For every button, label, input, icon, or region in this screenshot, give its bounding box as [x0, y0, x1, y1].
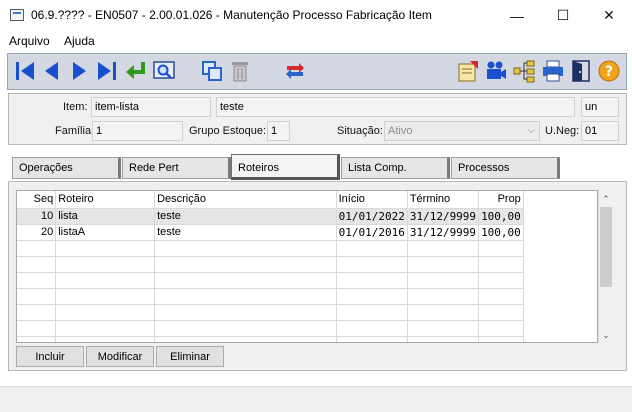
- cell-inicio: 01/01/2022: [336, 208, 408, 225]
- empty-row: [17, 256, 597, 273]
- window-title: 06.9.???? - EN0507 - 2.00.01.026 - Manut…: [31, 8, 432, 22]
- situacao-select[interactable]: Ativo ⌵: [384, 121, 540, 141]
- unit-field[interactable]: un: [581, 97, 619, 117]
- cell-descricao: teste: [154, 224, 337, 241]
- swap-icon[interactable]: [282, 58, 308, 84]
- tab-rede-pert[interactable]: Rede Pert: [122, 157, 231, 179]
- familia-field[interactable]: 1: [92, 121, 183, 141]
- grupo-estoque-label: Grupo Estoque:: [189, 125, 267, 137]
- tab-processos[interactable]: Processos: [451, 157, 560, 179]
- col-header-inicio[interactable]: Início: [336, 191, 408, 209]
- maximize-button[interactable]: ☐: [540, 0, 586, 31]
- scrollbar-thumb[interactable]: [600, 207, 612, 287]
- minimize-button[interactable]: —: [494, 0, 540, 31]
- col-header-roteiro[interactable]: Roteiro: [55, 191, 156, 209]
- cell-prop: 100,00: [478, 208, 524, 225]
- copy-icon[interactable]: [199, 58, 225, 84]
- camera-icon[interactable]: [483, 58, 509, 84]
- uneg-label: U.Neg:: [545, 125, 580, 137]
- cell-roteiro: listaA: [55, 224, 156, 241]
- empty-row: [17, 336, 597, 342]
- tab-roteiros[interactable]: Roteiros: [231, 154, 340, 180]
- menu-ajuda[interactable]: Ajuda: [64, 34, 95, 48]
- familia-label: Família:: [55, 125, 95, 137]
- empty-row: [17, 320, 597, 337]
- last-record-icon[interactable]: [94, 58, 120, 84]
- situacao-value: Ativo: [388, 125, 413, 137]
- table-row[interactable]: 10 lista teste 01/01/2022 31/12/9999 100…: [17, 208, 597, 225]
- delete-icon[interactable]: [227, 58, 253, 84]
- menu-arquivo[interactable]: Arquivo: [9, 34, 50, 48]
- report-icon[interactable]: [455, 58, 481, 84]
- grid-header-filler: [523, 191, 597, 208]
- item-description-field[interactable]: teste: [216, 97, 575, 117]
- item-label: Item:: [63, 101, 88, 113]
- empty-row: [17, 240, 597, 257]
- chevron-down-icon: ⌵: [527, 125, 535, 136]
- tab-lista-comp[interactable]: Lista Comp.: [341, 157, 450, 179]
- col-header-prop[interactable]: Prop: [478, 191, 524, 209]
- close-button[interactable]: ✕: [586, 0, 632, 31]
- status-bar: [0, 386, 632, 412]
- roteiros-grid[interactable]: Seq Roteiro Descrição Início Término Pro…: [16, 190, 598, 343]
- grid-filler: [523, 208, 597, 224]
- cell-prop: 100,00: [478, 224, 524, 241]
- search-icon[interactable]: [151, 58, 177, 84]
- tree-icon[interactable]: [511, 58, 537, 84]
- incluir-button[interactable]: Incluir: [16, 346, 84, 367]
- situacao-label: Situação:: [337, 125, 383, 137]
- exit-door-icon[interactable]: [568, 58, 594, 84]
- scroll-up-icon[interactable]: ⌃: [598, 191, 614, 207]
- cell-roteiro: lista: [55, 208, 156, 225]
- item-code-field[interactable]: item-lista: [91, 97, 211, 117]
- cell-seq: 20: [17, 224, 57, 241]
- empty-row: [17, 272, 597, 289]
- goto-icon[interactable]: [123, 58, 149, 84]
- uneg-field[interactable]: 01: [581, 121, 619, 141]
- grid-filler: [523, 224, 597, 240]
- cell-inicio: 01/01/2016: [336, 224, 408, 241]
- print-icon[interactable]: [540, 58, 566, 84]
- cell-seq: 10: [17, 208, 57, 225]
- previous-record-icon[interactable]: [39, 58, 65, 84]
- grid-header-row: Seq Roteiro Descrição Início Término Pro…: [17, 191, 597, 209]
- col-header-seq[interactable]: Seq: [17, 191, 57, 209]
- table-row[interactable]: 20 listaA teste 01/01/2016 31/12/9999 10…: [17, 224, 597, 241]
- eliminar-button[interactable]: Eliminar: [156, 346, 224, 367]
- cell-descricao: teste: [154, 208, 337, 225]
- app-icon: [10, 9, 24, 21]
- svg-text:?: ?: [605, 64, 613, 80]
- first-record-icon[interactable]: [12, 58, 38, 84]
- empty-row: [17, 304, 597, 321]
- tab-operacoes[interactable]: Operações: [12, 157, 121, 179]
- col-header-termino[interactable]: Término: [407, 191, 480, 209]
- cell-termino: 31/12/9999: [407, 208, 480, 225]
- help-icon[interactable]: ?: [596, 58, 622, 84]
- next-record-icon[interactable]: [66, 58, 92, 84]
- scroll-down-icon[interactable]: ⌄: [598, 327, 614, 343]
- modificar-button[interactable]: Modificar: [86, 346, 154, 367]
- grupo-estoque-field[interactable]: 1: [267, 121, 290, 141]
- cell-termino: 31/12/9999: [407, 224, 480, 241]
- col-header-descricao[interactable]: Descrição: [154, 191, 337, 209]
- empty-row: [17, 288, 597, 305]
